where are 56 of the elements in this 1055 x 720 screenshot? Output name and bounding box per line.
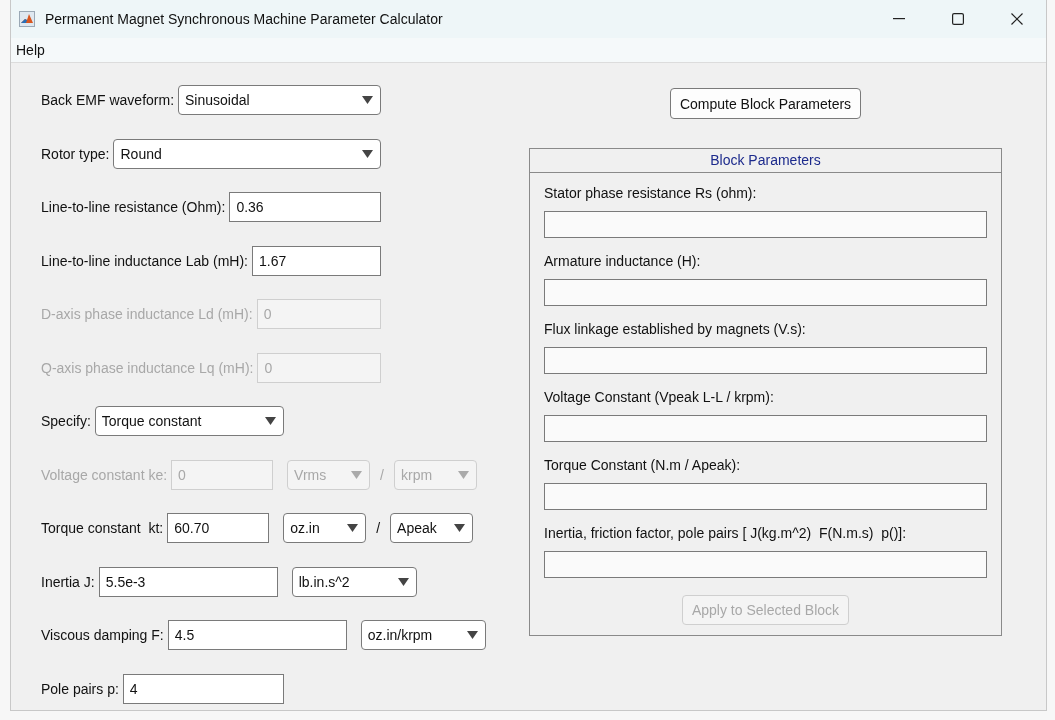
unit-dropdown[interactable]: oz.in xyxy=(283,513,367,543)
caret-icon xyxy=(454,524,466,532)
menu-item[interactable]: Help xyxy=(16,42,45,58)
maximize-icon[interactable] xyxy=(952,13,964,25)
field-label: Flux linkage established by magnets (V.s): xyxy=(544,320,806,339)
text-field[interactable]: 5.5e-3 xyxy=(98,566,278,597)
field-label: Inertia J: xyxy=(41,573,95,590)
text-field[interactable]: 1.67 xyxy=(252,245,381,276)
field-label: Voltage constant ke: xyxy=(41,466,168,483)
compute-button[interactable]: Compute Block Parameters xyxy=(669,88,862,119)
caret-icon xyxy=(362,96,373,104)
text-field[interactable] xyxy=(544,415,987,442)
text-field[interactable]: 0.36 xyxy=(229,192,381,222)
field-label: Back EMF waveform: xyxy=(41,92,175,108)
app-logo-icon xyxy=(19,11,35,27)
text-field[interactable]: 60.70 xyxy=(167,513,270,543)
field-label: Inertia, friction factor, pole pairs [ J(kg.m^2) F(N.m.s) p()]: xyxy=(544,524,907,543)
window-title: Permanent Magnet Synchronous Machine Parameter Calculator xyxy=(45,11,443,27)
field-label: Pole pairs p: xyxy=(41,680,119,697)
text-field[interactable] xyxy=(544,211,987,238)
dropdown[interactable]: Round xyxy=(113,138,381,169)
field-label: Line-to-line resistance (Ohm): xyxy=(41,199,226,215)
caret-icon xyxy=(458,470,469,479)
field-label: Stator phase resistance Rs (ohm): xyxy=(544,184,757,203)
field-label: Torque constant kt: xyxy=(41,520,164,536)
separator-text: / xyxy=(380,466,384,483)
dropdown[interactable]: Sinusoidal xyxy=(178,85,381,115)
text-field[interactable] xyxy=(544,279,987,306)
caret-icon xyxy=(347,524,359,532)
field-label: Specify: xyxy=(41,413,91,429)
close-icon[interactable] xyxy=(1011,13,1023,25)
minimize-icon[interactable] xyxy=(893,18,905,20)
field-label: Line-to-line inductance Lab (mH): xyxy=(41,252,248,269)
text-field[interactable]: 4 xyxy=(122,673,284,704)
text-field[interactable] xyxy=(544,483,987,510)
caret-icon xyxy=(397,577,409,586)
field-label: Armature inductance (H): xyxy=(544,252,701,271)
field-label: D-axis phase inductance Ld (mH): xyxy=(41,306,253,322)
caret-icon xyxy=(362,149,373,158)
caret-icon xyxy=(265,417,276,425)
field-label: Rotor type: xyxy=(41,145,110,162)
field-label: Q-axis phase inductance Lq (mH): xyxy=(41,359,254,376)
unit-dropdown[interactable]: oz.in/krpm xyxy=(360,620,486,650)
field-label: Torque Constant (N.m / Apeak): xyxy=(544,456,741,475)
caret-icon xyxy=(466,631,478,639)
caret-icon xyxy=(351,470,363,479)
separator-text: / xyxy=(376,520,381,536)
unit-dropdown[interactable]: lb.in.s^2 xyxy=(291,566,417,597)
unit-dropdown[interactable]: Apeak xyxy=(390,513,474,543)
panel-title: Block Parameters xyxy=(530,149,1001,173)
field-label: Voltage Constant (Vpeak L-L / krpm): xyxy=(544,388,774,407)
dropdown[interactable]: Torque constant xyxy=(94,406,284,436)
text-field[interactable] xyxy=(544,347,987,374)
text-field[interactable] xyxy=(544,551,987,578)
field-label: Viscous damping F: xyxy=(41,627,164,643)
text-field[interactable]: 4.5 xyxy=(167,620,347,650)
